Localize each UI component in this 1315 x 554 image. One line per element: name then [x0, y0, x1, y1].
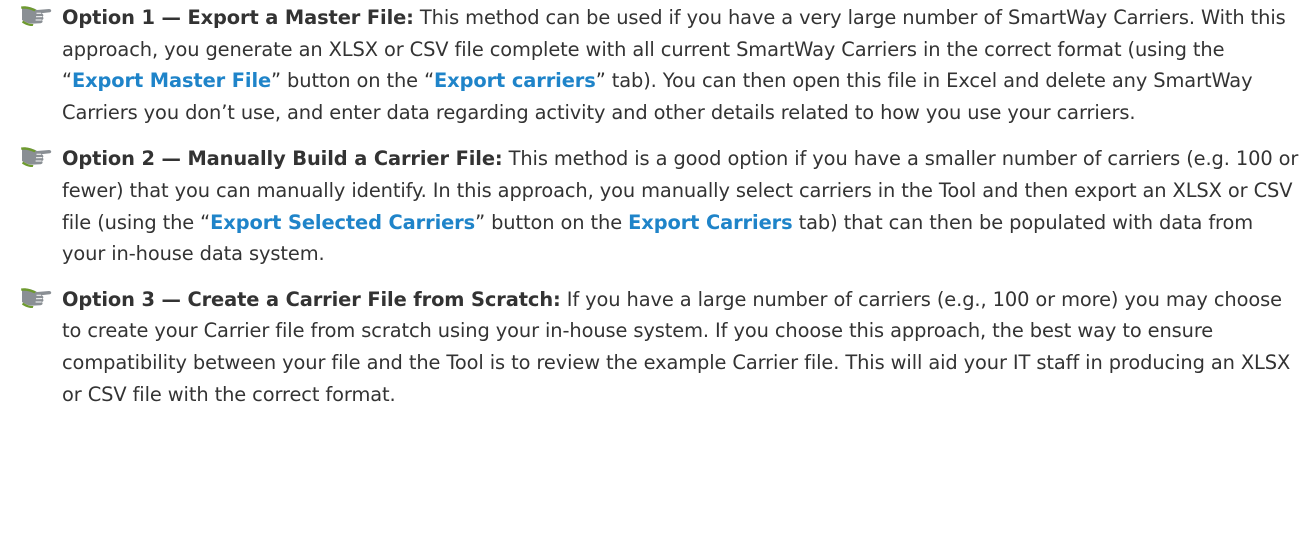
pointing-hand-icon: [20, 3, 54, 31]
option-text: ” button on the: [475, 210, 629, 234]
option-title: Option 3 — Create a Carrier File from Sc…: [62, 287, 561, 311]
option-text: ” button on the “: [271, 69, 435, 93]
export-carriers-tab-link[interactable]: Export carriers: [434, 69, 596, 92]
options-list: Option 1 — Export a Master File: This me…: [0, 0, 1315, 410]
option-manually-build-carrier-file: Option 2 — Manually Build a Carrier File…: [0, 143, 1315, 269]
pointing-hand-icon: [20, 144, 54, 172]
option-title: Option 2 — Manually Build a Carrier File…: [62, 147, 503, 171]
option-title: Option 1 — Export a Master File:: [62, 6, 414, 29]
option-export-master-file: Option 1 — Export a Master File: This me…: [0, 2, 1315, 128]
export-selected-carriers-link[interactable]: Export Selected Carriers: [210, 211, 475, 234]
pointing-hand-icon: [20, 285, 54, 313]
export-master-file-link[interactable]: Export Master File: [72, 69, 271, 92]
option-create-carrier-file-from-scratch: Option 3 — Create a Carrier File from Sc…: [0, 284, 1315, 410]
export-carriers-tab-link[interactable]: Export Carriers: [628, 211, 792, 234]
